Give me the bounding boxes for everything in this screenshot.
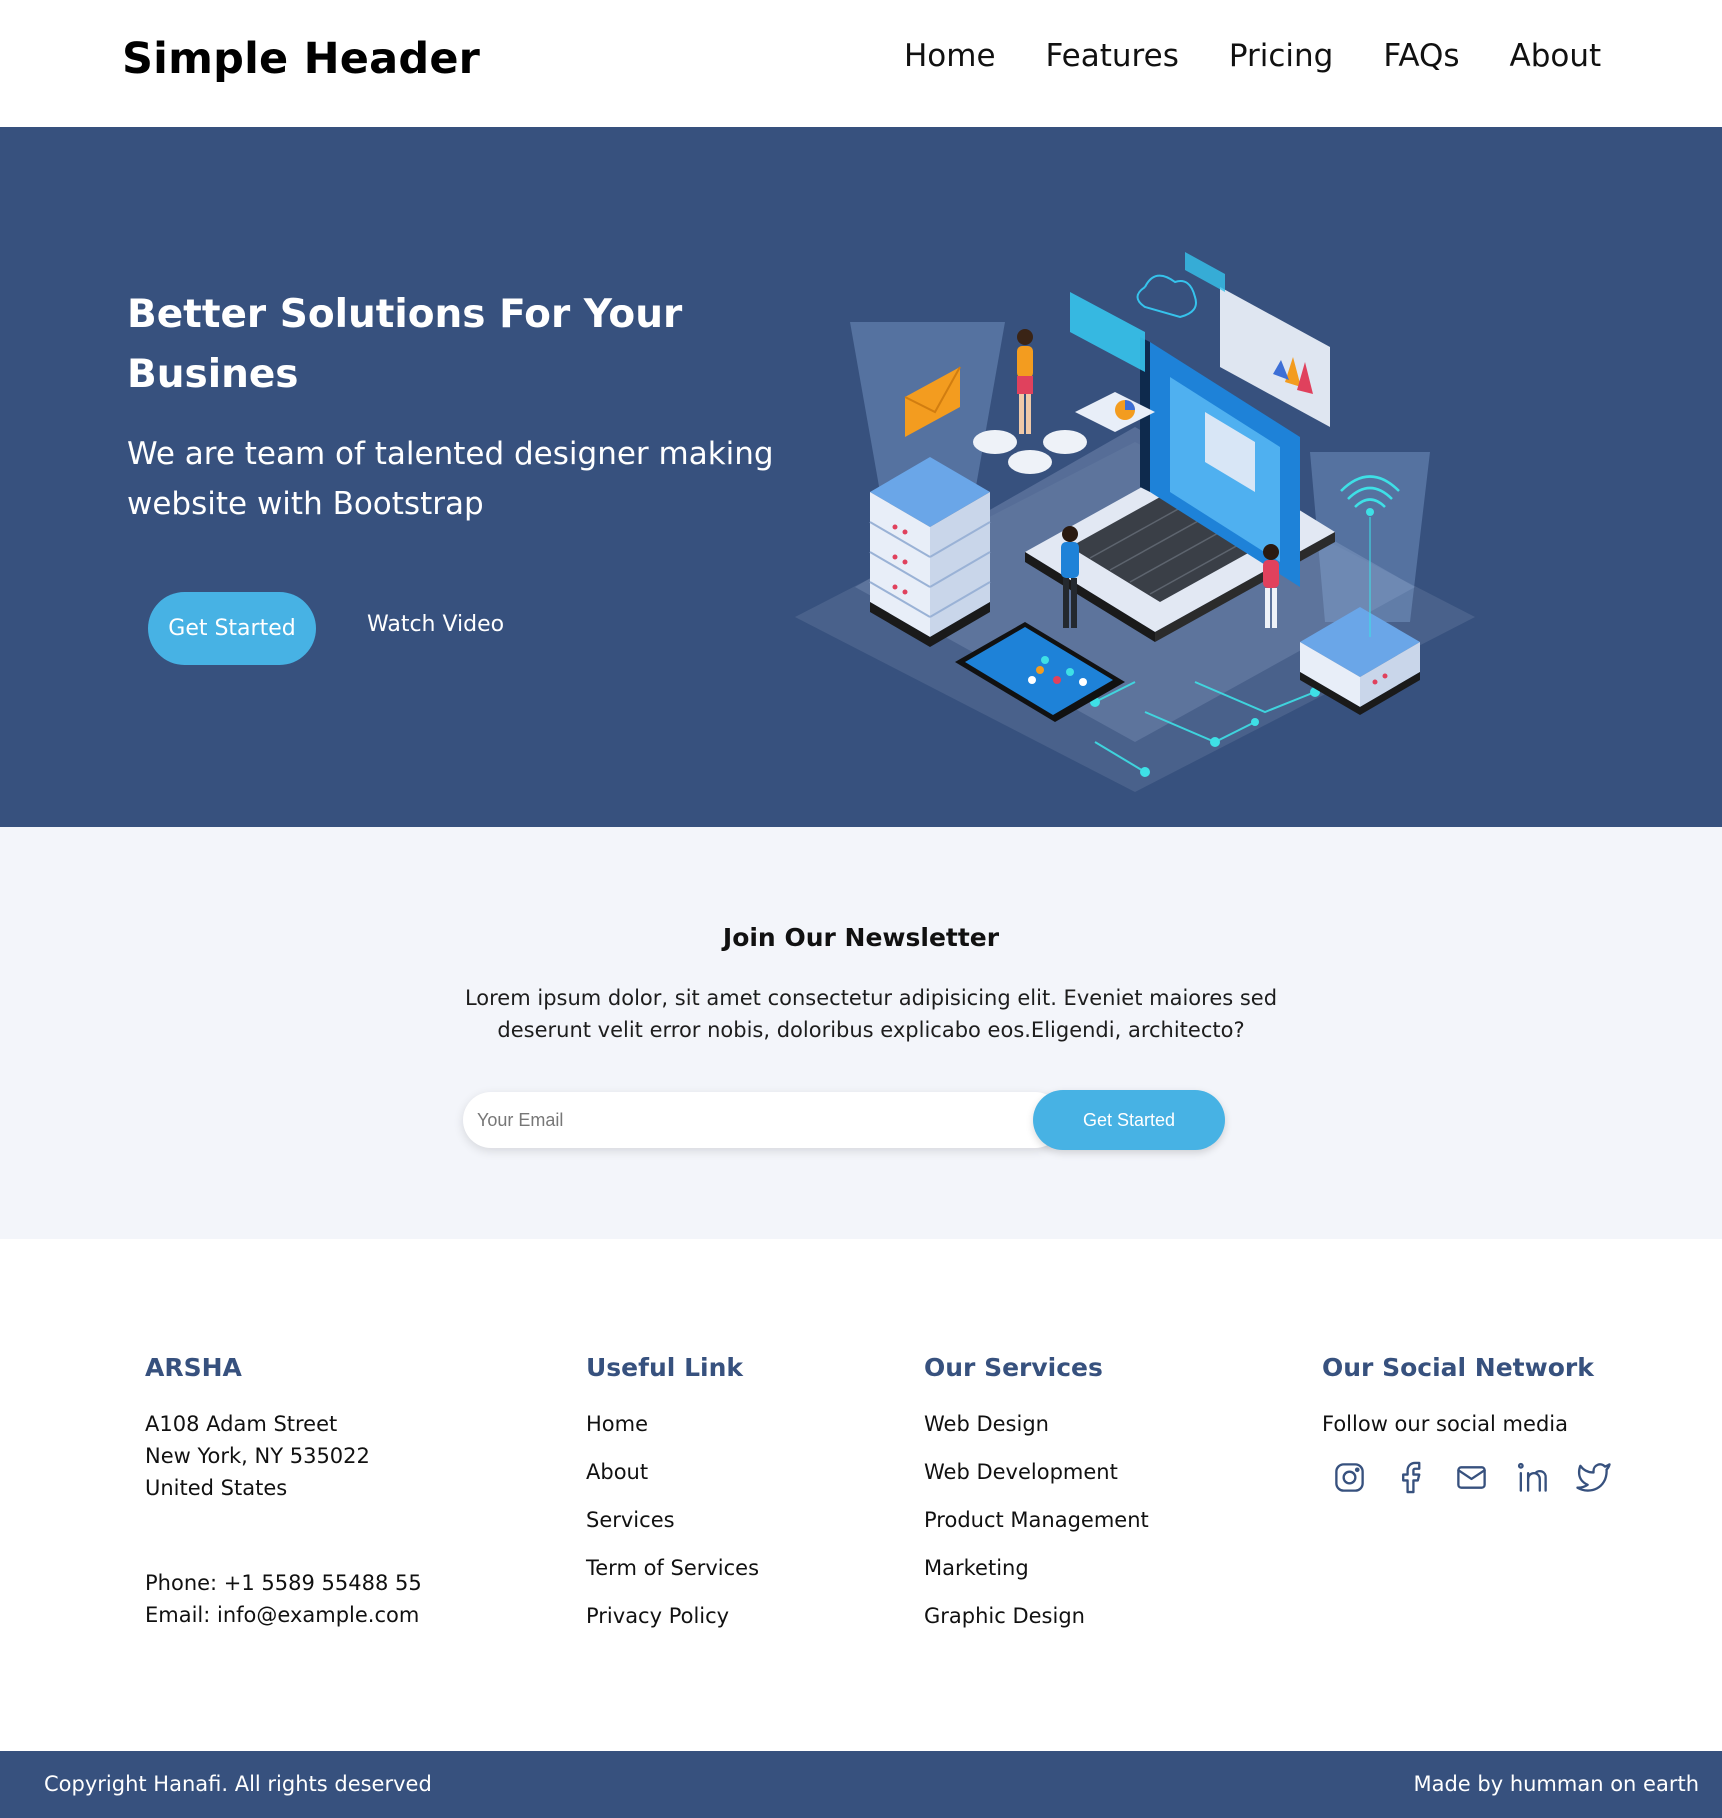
- nav-about[interactable]: About: [1510, 38, 1602, 74]
- footer-social-column: Our Social Network Follow our social med…: [1322, 1353, 1682, 1495]
- hero-section: Better Solutions For Your Busines We are…: [0, 127, 1722, 827]
- service-marketing[interactable]: Marketing: [924, 1552, 1264, 1584]
- nav-features[interactable]: Features: [1046, 38, 1179, 74]
- social-description: Follow our social media: [1322, 1412, 1568, 1436]
- instagram-icon[interactable]: [1332, 1460, 1367, 1495]
- top-header: Simple Header Home Features Pricing FAQs…: [0, 0, 1722, 127]
- service-product-management[interactable]: Product Management: [924, 1504, 1264, 1536]
- linkedin-icon[interactable]: [1515, 1460, 1550, 1495]
- service-web-design[interactable]: Web Design: [924, 1408, 1264, 1440]
- footer-useful-links-column: Useful Link Home About Services Term of …: [586, 1353, 886, 1648]
- subscribe-button[interactable]: Get Started: [1033, 1090, 1225, 1150]
- hero-subtitle: We are team of talented designer making …: [127, 436, 774, 522]
- newsletter-title: Join Our Newsletter: [722, 923, 1000, 952]
- address-line-3: United States: [145, 1476, 288, 1500]
- twitter-icon[interactable]: [1576, 1460, 1611, 1495]
- made-by-text: Made by humman on earth: [1413, 1772, 1699, 1796]
- social-title: Our Social Network: [1322, 1353, 1594, 1382]
- newsletter-section: Join Our Newsletter Lorem ipsum dolor, s…: [0, 827, 1722, 1239]
- footer-contact-column: ARSHA A108 Adam Street New York, NY 5350…: [145, 1353, 525, 1631]
- useful-links-title: Useful Link: [586, 1353, 744, 1382]
- watch-video-link[interactable]: Watch Video: [367, 612, 504, 637]
- address-line-1: A108 Adam Street: [145, 1412, 338, 1436]
- nav-faqs[interactable]: FAQs: [1383, 38, 1459, 74]
- footer-link-services[interactable]: Services: [586, 1504, 886, 1536]
- footer-brand-title: ARSHA: [145, 1353, 242, 1382]
- newsletter-form: Get Started: [463, 1090, 1225, 1150]
- footer-link-about[interactable]: About: [586, 1456, 886, 1488]
- site-logo[interactable]: Simple Header: [122, 34, 480, 84]
- main-nav: Home Features Pricing FAQs About: [904, 38, 1601, 74]
- footer-link-home[interactable]: Home: [586, 1408, 886, 1440]
- get-started-button[interactable]: Get Started: [148, 592, 316, 665]
- nav-pricing[interactable]: Pricing: [1229, 38, 1334, 74]
- services-title: Our Services: [924, 1353, 1103, 1382]
- email-input[interactable]: [463, 1092, 1063, 1148]
- footer-services-column: Our Services Web Design Web Development …: [924, 1353, 1264, 1648]
- bottom-bar: Copyright Hanafi. All rights deserved Ma…: [0, 1751, 1722, 1818]
- facebook-icon[interactable]: [1393, 1460, 1428, 1495]
- footer-email[interactable]: Email: info@example.com: [145, 1599, 525, 1631]
- hero-title: Better Solutions For Your Busines: [127, 292, 683, 397]
- newsletter-description: Lorem ipsum dolor, sit amet consectetur …: [464, 986, 1278, 1042]
- site-footer: ARSHA A108 Adam Street New York, NY 5350…: [0, 1239, 1722, 1751]
- hero-illustration: [795, 252, 1475, 792]
- copyright-text: Copyright Hanafi. All rights deserved: [44, 1772, 432, 1796]
- footer-link-terms[interactable]: Term of Services: [586, 1552, 886, 1584]
- footer-phone: Phone: +1 5589 55488 55: [145, 1571, 422, 1595]
- footer-link-privacy[interactable]: Privacy Policy: [586, 1600, 886, 1632]
- mail-icon[interactable]: [1454, 1460, 1489, 1495]
- address-line-2: New York, NY 535022: [145, 1444, 370, 1468]
- nav-home[interactable]: Home: [904, 38, 996, 74]
- service-web-development[interactable]: Web Development: [924, 1456, 1264, 1488]
- social-icons: [1322, 1460, 1682, 1495]
- service-graphic-design[interactable]: Graphic Design: [924, 1600, 1264, 1632]
